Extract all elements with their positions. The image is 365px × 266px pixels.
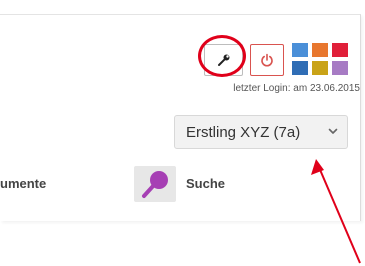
app-tile bbox=[332, 61, 348, 75]
student-select-value: Erstling XYZ (7a) bbox=[186, 124, 301, 141]
power-icon bbox=[261, 53, 273, 67]
logout-button[interactable] bbox=[250, 44, 284, 76]
wrench-icon bbox=[217, 54, 229, 66]
chevron-down-icon bbox=[328, 128, 338, 134]
last-login-text: letzter Login: am 23.06.2015 bbox=[233, 83, 360, 94]
app-tiles-button[interactable] bbox=[292, 43, 348, 76]
student-select[interactable]: Erstling XYZ (7a) bbox=[174, 115, 348, 149]
tools-button[interactable] bbox=[204, 44, 243, 76]
nav-search[interactable]: Suche bbox=[186, 176, 225, 191]
nav-search-icon-box[interactable] bbox=[134, 166, 176, 202]
app-tile bbox=[312, 43, 328, 57]
page: letzter Login: am 23.06.2015 Erstling XY… bbox=[0, 0, 365, 266]
nav-documents[interactable]: umente bbox=[0, 176, 46, 191]
app-tile bbox=[332, 43, 348, 57]
app-tile bbox=[312, 61, 328, 75]
app-tile bbox=[292, 61, 308, 75]
search-magnifier-icon bbox=[142, 171, 168, 198]
app-tile bbox=[292, 43, 308, 57]
